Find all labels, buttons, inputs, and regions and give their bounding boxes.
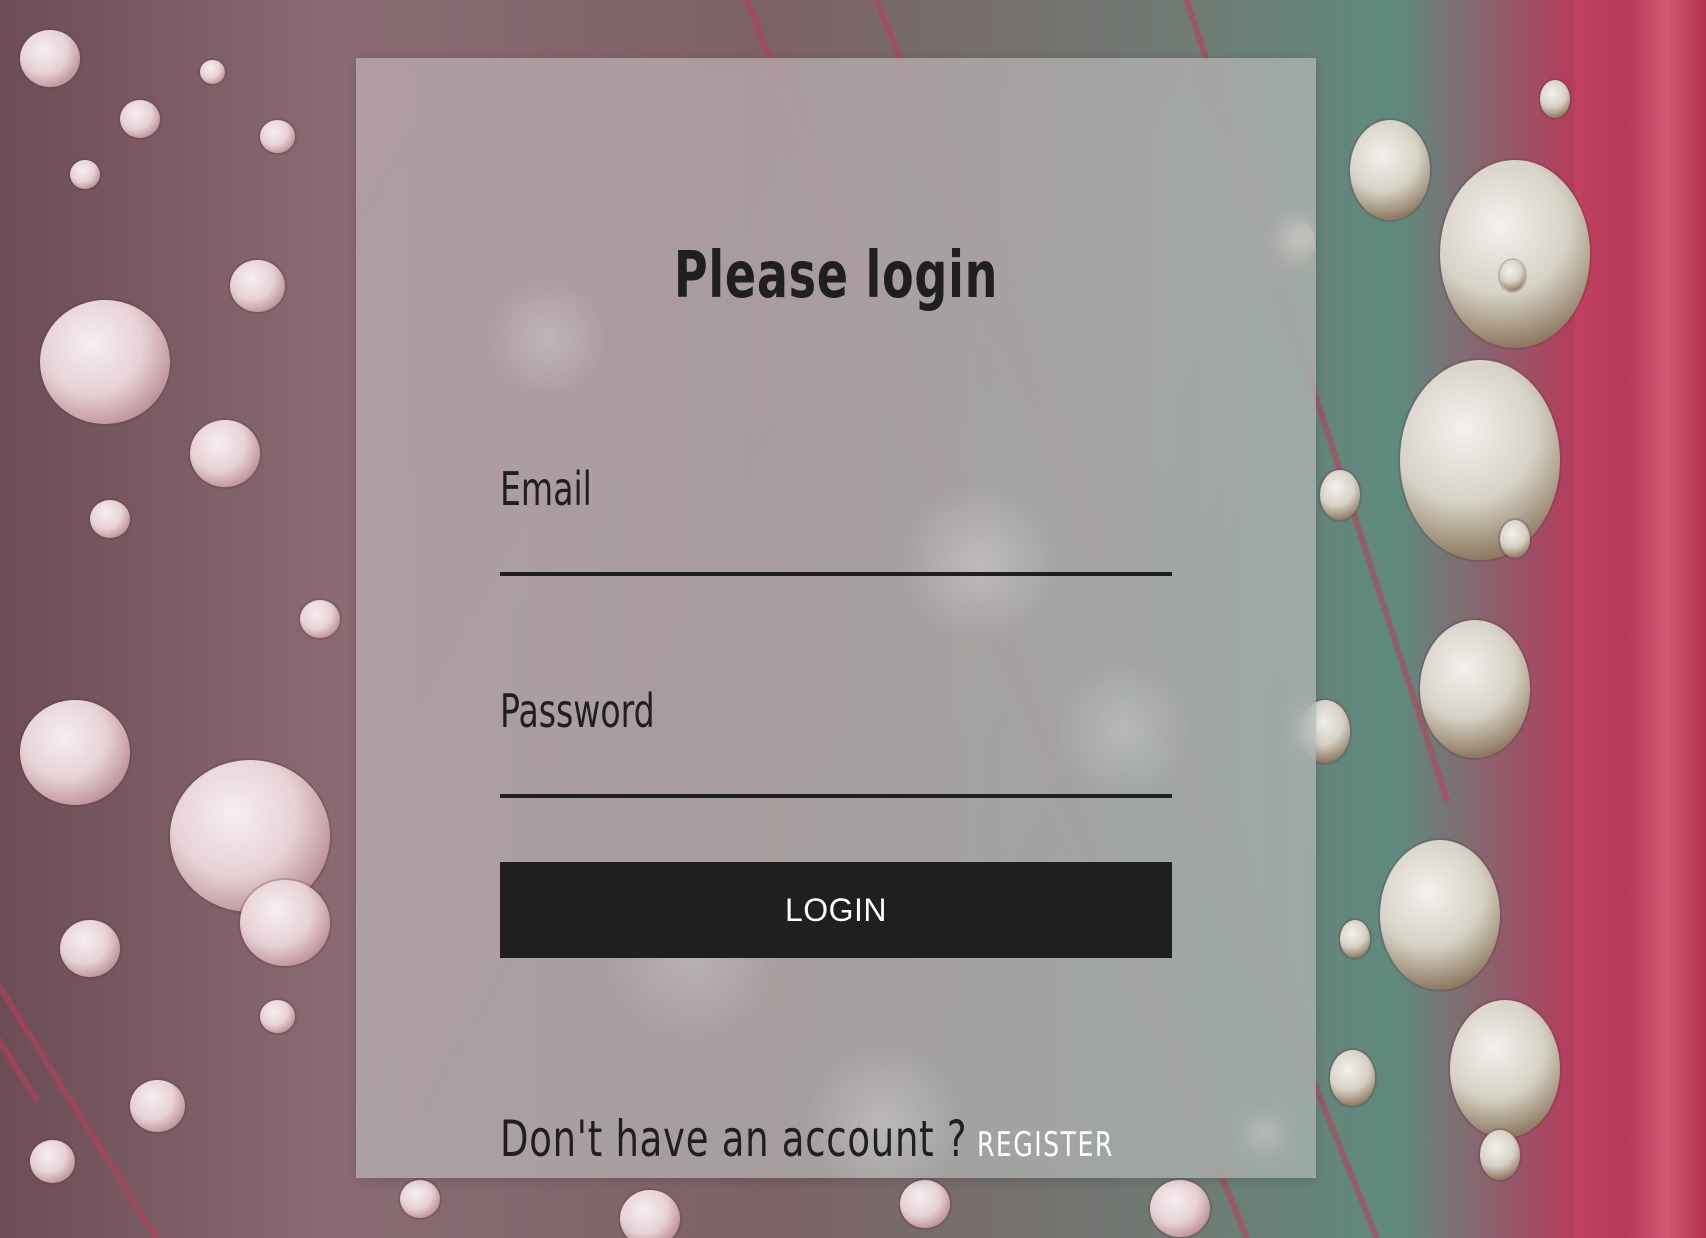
water-droplet (1450, 1000, 1560, 1138)
email-label: Email (500, 462, 592, 516)
water-droplet (1420, 620, 1530, 758)
water-droplet (1150, 1180, 1210, 1237)
water-droplet (30, 1140, 75, 1183)
water-droplet (1500, 520, 1530, 558)
water-droplet (70, 160, 100, 189)
card-frosted-overlay (356, 58, 1316, 1178)
register-prompt: Don't have an account ? REGISTER (500, 1114, 1112, 1164)
water-droplet (190, 420, 260, 487)
water-droplet (130, 1080, 185, 1132)
water-droplet (1480, 1130, 1520, 1180)
water-droplet (120, 100, 160, 138)
water-droplet (1330, 1050, 1375, 1106)
page-title: Please login (673, 239, 999, 313)
water-droplet (40, 300, 170, 424)
water-droplet (260, 120, 295, 153)
water-droplet (1380, 840, 1500, 990)
water-droplet (240, 880, 330, 966)
water-droplet (400, 1180, 440, 1218)
water-droplet (260, 1000, 295, 1033)
water-droplet (620, 1190, 680, 1238)
water-droplet (200, 60, 225, 84)
water-droplet (1320, 470, 1360, 520)
register-link[interactable]: REGISTER (977, 1125, 1114, 1165)
water-droplet (900, 1180, 950, 1228)
login-button[interactable]: LOGIN (500, 862, 1172, 958)
water-droplet (1340, 920, 1370, 958)
title-container: Please login (356, 244, 1316, 314)
water-droplet (20, 700, 130, 805)
password-label: Password (500, 684, 655, 738)
water-droplet (1540, 80, 1570, 118)
water-droplet (90, 500, 130, 538)
email-field-group: Email (500, 466, 1172, 576)
login-card: Please login Email Password LOGIN Don't … (356, 58, 1316, 1178)
water-droplet (20, 30, 80, 87)
water-droplet (1440, 160, 1590, 348)
water-droplet (1350, 120, 1430, 220)
leaf-red-band (1575, 0, 1706, 1238)
water-droplet (60, 920, 120, 977)
water-droplet (1400, 360, 1560, 560)
leaf-vein (0, 0, 40, 1104)
password-input[interactable] (500, 744, 1172, 798)
password-field-group: Password (500, 688, 1172, 798)
water-droplet (230, 260, 285, 312)
water-droplet (1500, 260, 1525, 291)
email-input[interactable] (500, 522, 1172, 576)
water-droplet (300, 600, 340, 638)
register-prompt-text: Don't have an account ? (500, 1110, 968, 1168)
